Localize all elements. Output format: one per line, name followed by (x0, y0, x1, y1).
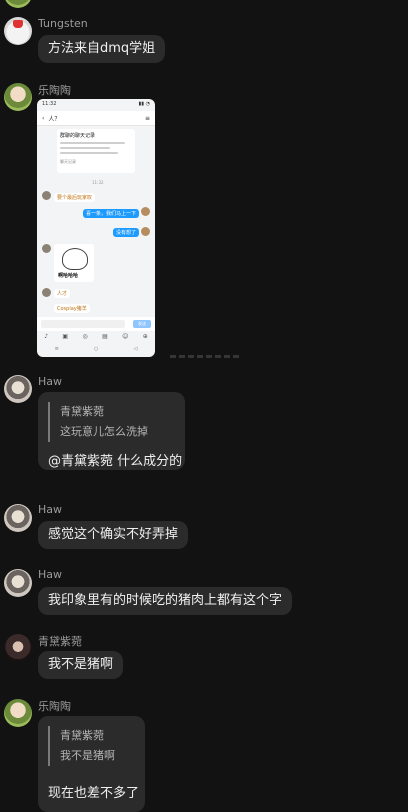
message-bubble[interactable]: 我不是猪啊 (38, 651, 124, 679)
time-stamp: 11:32 (92, 180, 104, 185)
input-bar: 发送 (37, 317, 155, 331)
chat-title: 人？ (48, 115, 61, 123)
message-text: @青黛紫菀 什么成分的 (48, 454, 183, 469)
quote-text: 这玩意儿怎么洗掉 (60, 425, 148, 438)
sticker-caption: 啊哈哈哈 (58, 273, 79, 279)
sticker-image: 啊哈哈哈 (54, 244, 94, 282)
quote-message[interactable]: 青黛紫菀 这玩意儿怎么洗掉 @青黛紫菀 什么成分的 (38, 392, 185, 470)
card-tag: 聊天记录 (60, 159, 76, 164)
sender-name: Haw (38, 503, 63, 516)
sticker-face (62, 248, 88, 270)
avatar-haw[interactable] (4, 375, 32, 403)
back-icon: ‹ (42, 114, 45, 122)
avatar[interactable] (4, 0, 32, 8)
sender-name: 青黛紫菀 (38, 635, 82, 648)
mini-avatar (141, 227, 150, 236)
card-title: 群聊的聊天记录 (60, 133, 96, 139)
quote-name: 青黛紫菀 (60, 729, 104, 742)
input-field (41, 320, 125, 328)
sender-name: Haw (38, 568, 63, 581)
quote-block: 青黛紫菀 这玩意儿怎么洗掉 (48, 402, 175, 442)
divider (170, 355, 240, 358)
nav-bar: ≡ ○ ◁ (37, 346, 155, 356)
emoji-icon: ☺ (122, 333, 129, 340)
menu-icon: ≡ (144, 114, 150, 122)
quote-message[interactable]: 青黛紫菀 我不是猪啊 现在也差不多了 (38, 716, 145, 812)
mini-avatar (141, 207, 150, 216)
mini-bubble: 人才 (54, 289, 71, 298)
mini-bubble: 要个最后玩家叹 (54, 193, 96, 202)
message-text: 现在也差不多了 (48, 786, 140, 801)
sender-name: Tungsten (38, 17, 88, 30)
avatar-tungsten[interactable] (4, 17, 32, 45)
home-nav-icon: ○ (93, 346, 99, 352)
card-line (60, 142, 125, 144)
avatar-haw[interactable] (4, 504, 32, 532)
sender-name: 乐陶陶 (38, 84, 71, 97)
mini-bubble: 没有想了 (112, 228, 139, 237)
back-nav-icon: ◁ (133, 346, 138, 352)
screenshot-image[interactable]: 11:32 ▮▮ ◔ ‹ 人？ ≡ 群聊的聊天记录 聊天记录 11:32 要个最… (37, 99, 155, 357)
status-icons: ▮▮ ◔ (138, 101, 150, 107)
tool-icons: ♪ ▣ ◎ ▤ ☺ ⊕ (37, 333, 155, 343)
mini-bubble: Cosplay猪羊 (54, 304, 90, 313)
message-bubble[interactable]: 方法来自dmq学姐 (38, 35, 166, 63)
avatar-letaotao[interactable] (4, 699, 32, 727)
mini-bubble: 喜一条，我们马上一下 (82, 209, 139, 218)
avatar-haw[interactable] (4, 569, 32, 597)
quote-block: 青黛紫菀 我不是猪啊 (48, 726, 135, 766)
mic-icon: ♪ (44, 333, 49, 340)
quote-name: 青黛紫菀 (60, 405, 104, 418)
send-button: 发送 (133, 320, 151, 328)
menu-nav-icon: ≡ (54, 346, 59, 352)
mini-avatar (42, 191, 51, 200)
card-line (60, 147, 111, 149)
message-bubble[interactable]: 感觉这个确实不好弄掉 (38, 521, 189, 549)
message-bubble[interactable]: 我印象里有的时候吃的猪肉上都有这个字 (38, 587, 293, 615)
status-bar: 11:32 ▮▮ ◔ (37, 99, 155, 111)
chat-header: ‹ 人？ ≡ (37, 111, 155, 126)
sender-name: 乐陶陶 (38, 700, 71, 713)
avatar-qingdaiziwan[interactable] (4, 634, 32, 662)
avatar-letaotao[interactable] (4, 83, 32, 111)
mini-avatar (42, 244, 51, 253)
sender-name: Haw (38, 375, 63, 388)
forward-card: 群聊的聊天记录 聊天记录 (57, 129, 135, 173)
camera-icon: ◎ (82, 333, 88, 340)
file-icon: ▤ (102, 333, 108, 340)
status-time: 11:32 (42, 101, 57, 107)
card-line (60, 152, 118, 154)
plus-icon: ⊕ (142, 333, 148, 340)
mini-avatar (42, 288, 51, 297)
quote-text: 我不是猪啊 (60, 749, 115, 762)
image-icon: ▣ (62, 333, 69, 340)
